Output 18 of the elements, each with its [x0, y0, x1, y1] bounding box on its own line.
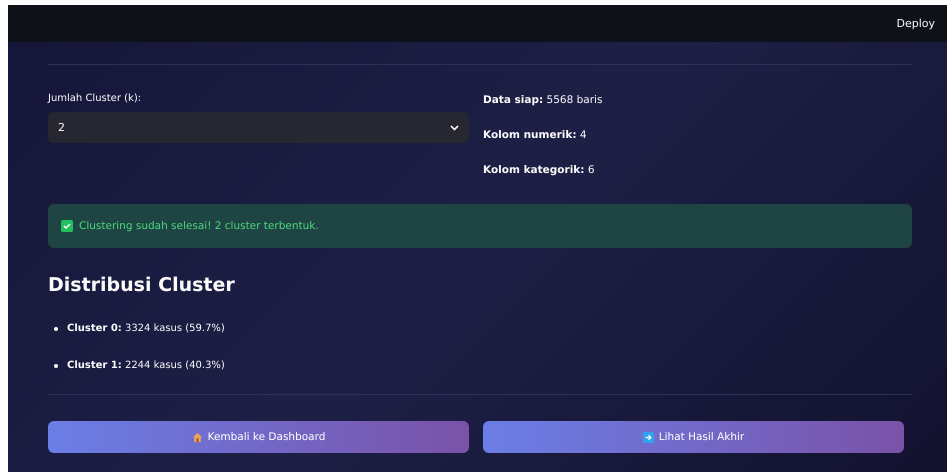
- nav-button[interactable]: Lihat Hasil Akhir: [483, 421, 904, 453]
- house-icon: [192, 432, 203, 442]
- alert-text: Clustering sudah selesai! 2 cluster terbentuk.: [79, 220, 319, 232]
- cluster-select[interactable]: 2: [48, 112, 469, 143]
- nav-button[interactable]: Kembali ke Dashboard: [48, 421, 469, 453]
- bullet-text: Cluster 1: 2244 kasus (40.3%): [67, 360, 225, 371]
- check-icon: [61, 220, 73, 232]
- bullet-dot: [54, 326, 58, 330]
- info-text: Kolom kategorik: 6: [483, 163, 596, 178]
- info-text: Kolom numerik: 4: [483, 128, 588, 143]
- section-heading: Distribusi Cluster: [48, 274, 236, 296]
- deploy-button[interactable]: Deploy: [896, 17, 935, 30]
- arrow-icon: [642, 432, 654, 442]
- info-text: Data siap: 5568 baris: [483, 93, 604, 108]
- bullet-text: Cluster 0: 3324 kasus (59.7%): [67, 323, 225, 334]
- chevron-down-icon: [450, 124, 459, 130]
- select-label: Jumlah Cluster (k):: [48, 93, 142, 104]
- bullet-dot: [54, 364, 58, 368]
